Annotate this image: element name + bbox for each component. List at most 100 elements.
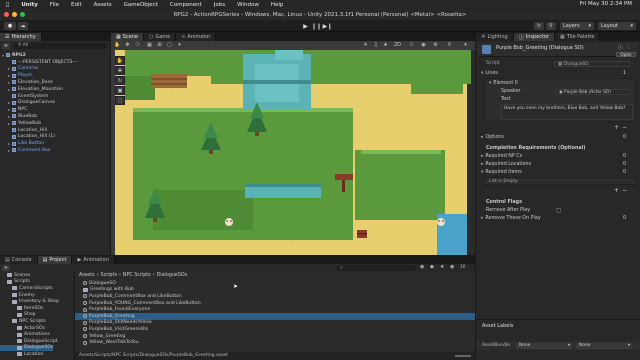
folder-tree-item[interactable]: Enemy bbox=[0, 292, 35, 299]
folder-tree-item[interactable]: Location bbox=[0, 351, 43, 358]
chevron-down-icon[interactable]: ▾ bbox=[175, 42, 184, 48]
folder-tree-item[interactable]: ActorSOs bbox=[0, 325, 45, 332]
breadcrumb-npc-scripts[interactable]: NPC Scripts bbox=[123, 273, 151, 278]
required-npcs-field[interactable]: ▸ Required NP Cs 0 bbox=[476, 153, 632, 160]
file-list-item[interactable]: PurpleBob_FoundEveryone bbox=[75, 306, 475, 313]
step-icon[interactable]: ▶❙ bbox=[323, 22, 333, 30]
folder-tree-item[interactable]: Animations bbox=[0, 331, 50, 338]
tab-hierarchy[interactable]: ☰ Hierarchy bbox=[0, 33, 42, 41]
file-list-item[interactable]: PurpleBob_StillNeedsYellow bbox=[75, 320, 475, 327]
file-list-item[interactable]: PurpleBob_VisitGreenHills bbox=[75, 326, 475, 333]
remove-these-count[interactable]: 0 bbox=[623, 216, 626, 221]
add-item-icon[interactable]: + bbox=[614, 187, 619, 194]
menu-component[interactable]: Component bbox=[170, 2, 202, 8]
open-button[interactable]: Open bbox=[616, 52, 636, 57]
hierarchy-item[interactable]: ▸ Player bbox=[0, 72, 32, 79]
breadcrumb-dialoguesos[interactable]: DialogueSOs bbox=[157, 273, 188, 278]
speaker-object-field[interactable]: ◉ Purple Bob (Actor SO) bbox=[555, 88, 631, 95]
folder-tree-item[interactable]: Shop bbox=[0, 312, 36, 319]
help-icon[interactable]: ⓘ bbox=[618, 44, 623, 51]
scene-search-icon[interactable]: ⚲ bbox=[445, 42, 454, 48]
history-icon[interactable]: ↻ bbox=[534, 22, 544, 30]
pivot-dropdown[interactable]: ⚆ bbox=[133, 42, 142, 48]
icon-size-slider[interactable] bbox=[455, 355, 471, 357]
tab-scene[interactable]: ▦ Scene bbox=[111, 33, 144, 41]
account-button[interactable]: ● bbox=[4, 22, 16, 30]
file-list-item[interactable]: Yellow_WontTalkToYou bbox=[75, 339, 475, 346]
hierarchy-item[interactable]: ▸ Elevation_Mountain bbox=[0, 86, 63, 93]
hierarchy-item[interactable]: ▸ Comment Box bbox=[0, 147, 51, 154]
hierarchy-item[interactable]: Location_Hill (1) bbox=[0, 134, 55, 141]
tab-tile-palette[interactable]: ▦ Tile Palette bbox=[555, 33, 601, 41]
options-count[interactable]: 0 bbox=[623, 135, 626, 140]
menu-help[interactable]: Help bbox=[271, 2, 284, 8]
options-field[interactable]: ▸ Options 0 bbox=[476, 134, 632, 141]
layout-dropdown[interactable]: Layout ▾ bbox=[598, 22, 636, 30]
asset-bundle-dropdown[interactable]: None ▾ bbox=[516, 342, 572, 349]
required-npcs-count[interactable]: 0 bbox=[623, 154, 626, 159]
maximize-window-icon[interactable] bbox=[20, 12, 25, 17]
hierarchy-item[interactable]: ▸ Elevation_Base bbox=[0, 79, 53, 86]
hierarchy-item[interactable]: ▸ YellowBob bbox=[0, 120, 41, 127]
hierarchy-item[interactable]: ▸ NPC bbox=[0, 106, 27, 113]
file-list-item[interactable]: PurpleBob_Greeting bbox=[75, 313, 475, 320]
pause-icon[interactable]: ❙❙ bbox=[311, 22, 321, 30]
rect-tool-button[interactable]: ▢ bbox=[115, 96, 125, 105]
element-0-header[interactable]: ▾ Element 0 bbox=[485, 80, 640, 87]
menu-file[interactable]: File bbox=[50, 2, 59, 8]
search-icon[interactable]: ⚲ bbox=[546, 22, 556, 30]
increment-icon[interactable]: ▢ bbox=[165, 42, 174, 48]
hierarchy-item[interactable]: ---PERSISTENT OBJECTS--- bbox=[0, 59, 77, 66]
menu-gameobject[interactable]: GameObject bbox=[124, 2, 158, 8]
remove-item-icon[interactable]: − bbox=[622, 187, 627, 194]
apple-icon[interactable]:  bbox=[6, 2, 9, 8]
project-search-input[interactable]: ⚲ bbox=[336, 265, 416, 271]
required-locations-count[interactable]: 0 bbox=[623, 162, 626, 167]
menu-edit[interactable]: Edit bbox=[71, 2, 82, 8]
camera-settings-icon[interactable]: ◉ bbox=[419, 42, 428, 48]
favorites-icon[interactable]: ★ bbox=[440, 264, 444, 270]
rotate-tool-button[interactable]: ↻ bbox=[115, 76, 125, 85]
remove-element-icon[interactable]: − bbox=[622, 124, 627, 131]
move-tool-icon[interactable]: ✥ bbox=[123, 42, 132, 48]
tab-console[interactable]: ▤ Console bbox=[0, 256, 38, 264]
folder-tree-item[interactable]: NPC Scripts bbox=[0, 318, 46, 325]
hierarchy-item[interactable]: Location_Hill bbox=[0, 127, 47, 134]
breadcrumb-scripts[interactable]: Scripts bbox=[101, 273, 117, 278]
required-items-count[interactable]: 0 bbox=[623, 170, 626, 175]
remove-after-play-checkbox[interactable] bbox=[556, 208, 561, 213]
hierarchy-item[interactable]: ▸ Cameras bbox=[0, 66, 38, 73]
filter-label-icon[interactable]: ◆ bbox=[430, 264, 434, 270]
2d-toggle[interactable]: 2D bbox=[393, 42, 402, 48]
light-toggle-icon[interactable]: ☀ bbox=[361, 42, 370, 48]
folder-tree-item[interactable]: Scripts bbox=[0, 279, 30, 286]
hierarchy-search-input[interactable]: ⚲ All bbox=[13, 43, 107, 49]
chevron-down-icon[interactable]: ▾ bbox=[461, 42, 470, 48]
scene-viewport[interactable]: ✋ ✥ ↻ ▣ ▢ bbox=[111, 50, 475, 255]
layers-dropdown[interactable]: Layers ▾ bbox=[560, 22, 594, 30]
file-list-item[interactable]: Greetings with Bob bbox=[75, 287, 475, 294]
grid-toggle[interactable]: ▦ bbox=[145, 42, 154, 48]
add-element-icon[interactable]: + bbox=[614, 124, 619, 131]
lines-count[interactable]: 1 bbox=[623, 71, 626, 76]
folder-tree-item[interactable]: DialogueSOs bbox=[0, 344, 54, 352]
create-asset-button[interactable]: + bbox=[2, 265, 10, 271]
tab-animator[interactable]: ∞ Animator bbox=[176, 33, 217, 41]
file-list-item[interactable]: PurpleBob_CommentBox and LikeButton bbox=[75, 293, 475, 300]
view-tool-button[interactable]: ✋ bbox=[115, 56, 125, 65]
app-menu[interactable]: Unity bbox=[21, 2, 37, 8]
lines-field[interactable]: ▾ Lines 1 bbox=[476, 70, 632, 77]
more-menu-icon[interactable]: ⋮ bbox=[626, 44, 631, 50]
move-tool-button[interactable]: ✥ bbox=[115, 66, 125, 75]
tab-game[interactable]: ○ Game bbox=[143, 33, 177, 41]
effects-toggle-icon[interactable]: ★ bbox=[381, 42, 390, 48]
script-object-field[interactable]: ▦ DialogueSO bbox=[554, 60, 630, 67]
hierarchy-item[interactable]: ▾ RPG2 bbox=[0, 52, 26, 59]
menu-window[interactable]: Window bbox=[237, 2, 259, 8]
hierarchy-item[interactable]: ▸ DialogueCanvas bbox=[0, 100, 55, 107]
folder-tree-item[interactable]: DialogueScript bbox=[0, 338, 58, 345]
file-list-item[interactable]: DialogueSO bbox=[75, 280, 475, 287]
asset-bundle-variant-dropdown[interactable]: None ▾ bbox=[576, 342, 632, 349]
scale-tool-button[interactable]: ▣ bbox=[115, 86, 125, 95]
required-items-field[interactable]: ▾ Required Items 0 bbox=[476, 169, 632, 176]
